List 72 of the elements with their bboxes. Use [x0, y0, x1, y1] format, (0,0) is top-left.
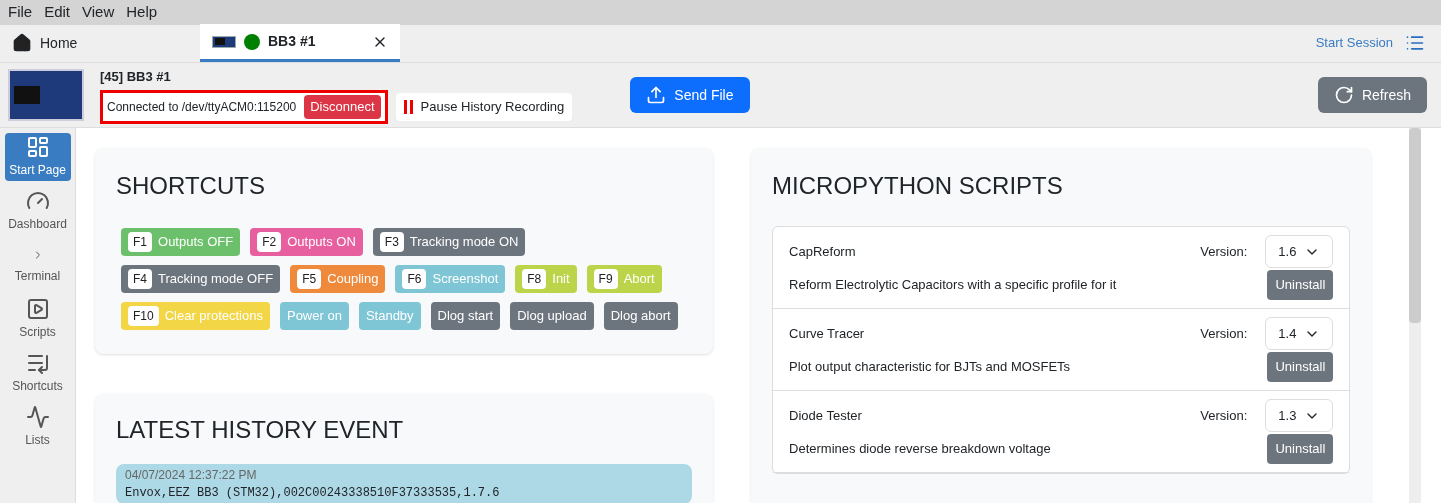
device-image: [212, 35, 236, 48]
shortcut-button[interactable]: F5 Coupling: [290, 265, 386, 293]
disconnect-button[interactable]: Disconnect: [304, 95, 381, 119]
pause-icon: [403, 99, 413, 114]
sidebar-item[interactable]: Start Page: [4, 133, 71, 181]
key-label: F5: [297, 269, 322, 289]
section-title: LATEST HISTORY EVENT: [116, 415, 405, 445]
uninstall-button[interactable]: Uninstall: [1267, 434, 1334, 464]
event-text: Envox,EEZ BB3 (STM32),002C00243338510F37333535,1.7.6: [125, 485, 501, 502]
shortcut-button[interactable]: F3 Tracking mode ON: [372, 228, 526, 256]
play-square-icon: [25, 297, 50, 321]
sidebar-item[interactable]: Terminal: [4, 241, 71, 289]
tab-label: Home: [40, 33, 78, 53]
version-select[interactable]: 1.3: [1265, 399, 1334, 432]
tab[interactable]: Home: [0, 24, 200, 62]
shortcut-button[interactable]: Dlog abort: [603, 302, 678, 330]
pause-recording-button[interactable]: Pause History Recording: [395, 93, 573, 121]
section-title: SHORTCUTS: [116, 171, 266, 201]
shortcut-button[interactable]: F6 Screenshot: [395, 265, 506, 293]
key-label: F4: [128, 269, 152, 289]
tab-label: BB3 #1: [268, 32, 316, 51]
menu-icon[interactable]: [1405, 33, 1425, 53]
menu-item[interactable]: File: [8, 1, 33, 24]
key-label: F6: [402, 269, 427, 289]
upload-icon: [646, 85, 667, 105]
version-label: Version:: [1200, 406, 1248, 425]
start-session-link[interactable]: Start Session: [1315, 33, 1393, 53]
version-label: Version:: [1200, 324, 1248, 343]
shortcut-button[interactable]: F8 Init: [515, 265, 577, 293]
home-icon: [12, 33, 32, 53]
sidebar-item[interactable]: Lists: [4, 403, 71, 451]
script-description: Reform Electrolytic Capacitors with a specific profile for it: [789, 276, 1117, 295]
key-label: F2: [257, 232, 282, 252]
menu-item[interactable]: View: [82, 1, 115, 24]
shortcut-button[interactable]: F10 Clear protections: [121, 302, 270, 330]
sidebar-item[interactable]: Shortcuts: [4, 349, 71, 397]
tab[interactable]: BB3 #1: [200, 24, 400, 62]
key-label: F10: [128, 306, 159, 326]
event-time: 04/07/2024 12:37:22 PM: [125, 467, 258, 484]
key-label: F3: [379, 232, 404, 252]
send-file-button[interactable]: Send File: [630, 77, 750, 113]
shortcut-button[interactable]: Dlog upload: [510, 302, 594, 330]
key-label: F1: [128, 232, 152, 252]
script-description: Plot output characteristic for BJTs and MOSFETs: [789, 358, 1071, 377]
key-label: F9: [593, 269, 618, 289]
menu-item[interactable]: Edit: [44, 1, 71, 24]
shortcut-button[interactable]: F9 Abort: [586, 265, 662, 293]
shortcut-button[interactable]: F1 Outputs OFF: [121, 228, 241, 256]
line-chart-icon: [25, 405, 50, 429]
version-select[interactable]: 1.6: [1265, 235, 1334, 268]
shortcut-button[interactable]: F4 Tracking mode OFF: [121, 265, 281, 293]
scrollbar[interactable]: [1409, 128, 1421, 503]
shortcut-button[interactable]: Dlog start: [430, 302, 501, 330]
script-name: CapReform: [789, 242, 856, 261]
grid-icon: [25, 135, 50, 159]
connection-status: Connected to /dev/ttyACM0:115200: [107, 98, 297, 116]
refresh-button[interactable]: Refresh: [1317, 77, 1427, 113]
uninstall-button[interactable]: Uninstall: [1267, 270, 1334, 300]
script-name: Curve Tracer: [789, 324, 865, 343]
script-description: Determines diode reverse breakdown voltage: [789, 440, 1051, 459]
version-label: Version:: [1200, 242, 1248, 261]
sidebar-item[interactable]: Scripts: [4, 295, 71, 343]
instrument-title: [45] BB3 #1: [100, 67, 172, 86]
script-name: Diode Tester: [789, 406, 862, 425]
shortcut-button[interactable]: F2 Outputs ON: [250, 228, 363, 256]
menu-item[interactable]: Help: [126, 1, 158, 24]
key-label: F8: [522, 269, 547, 289]
section-title: MICROPYTHON SCRIPTS: [772, 171, 1064, 201]
sidebar-item[interactable]: Dashboard: [4, 187, 71, 235]
uninstall-button[interactable]: Uninstall: [1267, 352, 1334, 382]
version-select[interactable]: 1.4: [1265, 317, 1334, 350]
refresh-icon: [1333, 85, 1354, 105]
